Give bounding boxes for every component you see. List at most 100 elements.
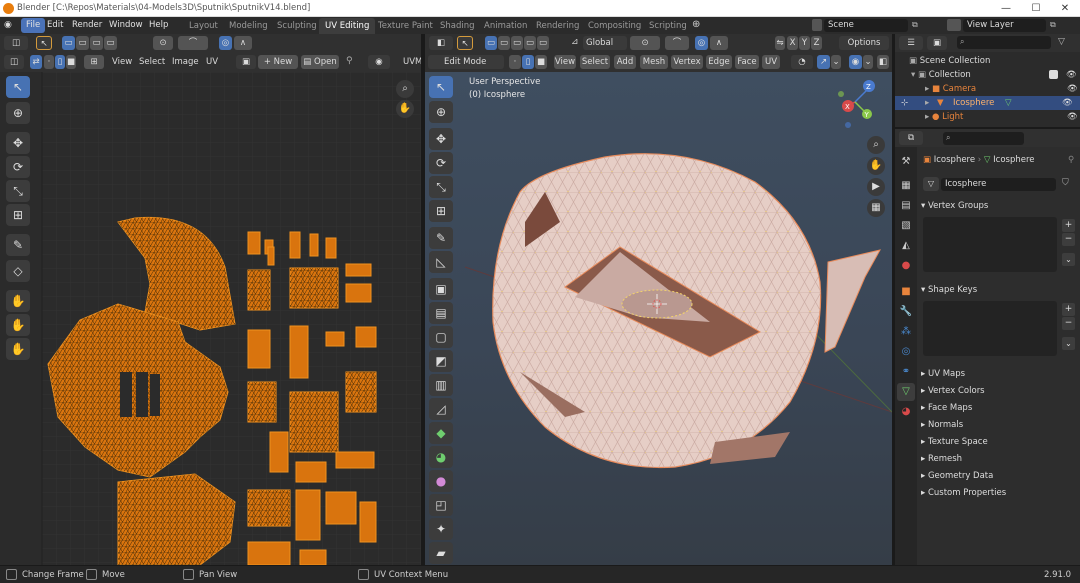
vp-menu-select[interactable]: Select (580, 55, 610, 69)
pivot-icon[interactable]: ⊙ (153, 36, 173, 50)
blender-menu-icon[interactable]: ◉ (4, 20, 18, 31)
tab-texture-paint[interactable]: Texture Paint (372, 18, 439, 34)
section-uv-maps[interactable]: ▸ UV Maps (921, 366, 965, 383)
open-image-button[interactable]: ▤ Open (301, 55, 339, 69)
tab-layout[interactable]: Layout (183, 18, 224, 34)
uv-menu-view[interactable]: View (112, 55, 132, 69)
tab-scripting[interactable]: Scripting (643, 18, 693, 34)
vp-extrude-tool-icon[interactable]: ▤ (429, 302, 453, 324)
menu-window[interactable]: Window (104, 18, 148, 33)
visibility-eye-icon[interactable]: 👁 (1067, 110, 1078, 124)
section-texture-space[interactable]: ▸ Texture Space (921, 434, 988, 451)
vp-edge-slide-tool-icon[interactable]: ◰ (429, 494, 453, 516)
visibility-eye-icon[interactable]: 👁 (1067, 82, 1078, 96)
overlay-dropdown-icon[interactable]: ⌄ (863, 55, 873, 69)
select-mode-extend-icon[interactable]: ▭ (76, 36, 89, 50)
uv-cursor-tool-icon[interactable]: ⊕ (6, 102, 30, 124)
viewport-select-subtract-icon[interactable]: ▭ (511, 36, 523, 50)
vp-pan-icon[interactable]: ✋ (867, 157, 885, 175)
section-remesh[interactable]: ▸ Remesh (921, 451, 962, 468)
properties-type-icon[interactable]: ⧉ (899, 131, 923, 145)
vp-bevel-tool-icon[interactable]: ◩ (429, 350, 453, 372)
select-mode-invert-icon[interactable]: ▭ (104, 36, 117, 50)
uv-display-icon[interactable]: ◉ (368, 55, 390, 69)
view-layer-field[interactable]: View Layer (963, 19, 1046, 32)
vp-move-tool-icon[interactable]: ✥ (429, 128, 453, 150)
remove-vertex-group-button[interactable]: − (1062, 233, 1075, 246)
uv-map-label[interactable]: UVM (403, 55, 422, 69)
section-normals[interactable]: ▸ Normals (921, 417, 963, 434)
render-tab-icon[interactable]: ▦ (897, 177, 915, 195)
vp-cursor-tool-icon[interactable]: ⊕ (429, 101, 453, 123)
vp-shrink-tool-icon[interactable]: ✦ (429, 518, 453, 540)
vp-rotate-tool-icon[interactable]: ⟳ (429, 152, 453, 174)
image-browse-icon[interactable]: ▣ (236, 55, 256, 69)
uv-editor-canvas[interactable]: ↖ ⊕ ✥ ⟳ ⤡ ⊞ ✎ ◇ ✋ ✋ ✋ ⌕ ✋ (0, 72, 421, 565)
select-tool-icon[interactable]: ↖ (36, 36, 52, 50)
tab-modeling[interactable]: Modeling (223, 18, 274, 34)
viewport-pivot-icon[interactable]: ⊙ (630, 36, 660, 50)
edge-select-mode-icon[interactable]: ▯ (522, 55, 534, 69)
outliner-search-input[interactable] (957, 36, 1051, 49)
vp-perspective-grid-icon[interactable]: ▦ (867, 199, 885, 217)
mesh-browse-icon[interactable]: ▽ (923, 177, 939, 191)
pin-icon[interactable]: ⚲ (346, 56, 353, 66)
vp-menu-add[interactable]: Add (614, 55, 636, 69)
maximize-button[interactable]: ☐ (1021, 0, 1051, 17)
tab-sculpting[interactable]: Sculpting (271, 18, 323, 34)
minimize-button[interactable]: — (991, 0, 1021, 17)
editor-type-icon[interactable]: ◫ (4, 36, 28, 50)
new-image-button[interactable]: + New (258, 55, 298, 69)
vp-scale-tool-icon[interactable]: ⤡ (429, 176, 453, 198)
uv-grab-tool-icon[interactable]: ✋ (6, 290, 30, 312)
tool-tab-icon[interactable]: ⚒ (897, 153, 915, 171)
outliner-row-icosphere[interactable]: ⊹ ▸ ▼ Icosphere ▽ 👁 (895, 96, 1080, 110)
section-custom-properties[interactable]: ▸ Custom Properties (921, 485, 1006, 502)
outliner-row-camera[interactable]: ▸ ■ Camera 👁 (925, 82, 1078, 96)
select-mode-subtract-icon[interactable]: ▭ (90, 36, 103, 50)
vp-spin-tool-icon[interactable]: ◕ (429, 446, 453, 468)
vp-knife-tool-icon[interactable]: ◿ (429, 398, 453, 420)
face-select-mode-icon[interactable]: ■ (535, 55, 547, 69)
uv-menu-uv[interactable]: UV (206, 55, 218, 69)
vertex-select-mode-icon[interactable]: · (509, 55, 521, 69)
uv-relax-tool-icon[interactable]: ✋ (6, 314, 30, 336)
mirror-z-button[interactable]: Z (811, 36, 822, 50)
mesh-data-tab-icon[interactable]: ▽ (897, 383, 915, 401)
remove-shape-key-button[interactable]: − (1062, 317, 1075, 330)
uv-rotate-tool-icon[interactable]: ⟳ (6, 156, 30, 178)
vp-smooth-tool-icon[interactable]: ● (429, 470, 453, 492)
uv-scale-tool-icon[interactable]: ⤡ (6, 180, 30, 202)
vp-camera-icon[interactable]: ▶ (867, 178, 885, 196)
section-geometry-data[interactable]: ▸ Geometry Data (921, 468, 993, 485)
viewport-select-new-icon[interactable]: ▭ (485, 36, 497, 50)
uv-pinch-tool-icon[interactable]: ✋ (6, 338, 30, 360)
uv-sticky-icon[interactable]: ⊞ (84, 55, 104, 69)
pin-icon[interactable]: ⚲ (1068, 153, 1074, 167)
options-dropdown[interactable]: Options (839, 36, 889, 50)
uv-zoom-icon[interactable]: ⌕ (396, 80, 414, 98)
properties-search-input[interactable] (943, 132, 1024, 145)
outliner-row-collection[interactable]: ▾ ▣ Collection 👁 (911, 68, 1078, 82)
uv-move-tool-icon[interactable]: ✥ (6, 132, 30, 154)
physics-tab-icon[interactable]: ◎ (897, 343, 915, 361)
material-tab-icon[interactable]: ◕ (897, 403, 915, 421)
uv-edge-mode-icon[interactable]: ▯ (55, 55, 65, 69)
mirror-y-button[interactable]: Y (799, 36, 810, 50)
scene-tab-icon[interactable]: ◭ (897, 237, 915, 255)
orientation-dropdown[interactable]: Global (583, 36, 627, 50)
vp-menu-edge[interactable]: Edge (706, 55, 732, 69)
proportional-falloff-icon[interactable]: ∧ (234, 36, 252, 50)
display-mode-icon[interactable]: ▣ (927, 36, 947, 50)
mesh-name-input[interactable]: Icosphere (941, 178, 1056, 191)
output-tab-icon[interactable]: ▤ (897, 197, 915, 215)
section-face-maps[interactable]: ▸ Face Maps (921, 400, 972, 417)
vertex-groups-list[interactable] (923, 217, 1057, 272)
tab-animation[interactable]: Animation (478, 18, 533, 34)
viewport-snap-icon[interactable]: ⌒ (665, 36, 689, 50)
scene-copy-icon[interactable]: ⧉ (912, 20, 918, 30)
vp-loopcut-tool-icon[interactable]: ▥ (429, 374, 453, 396)
vp-select-tool-icon[interactable]: ↖ (429, 76, 453, 98)
navigation-gizmo[interactable]: Z X Y (838, 80, 875, 128)
vertex-group-menu-icon[interactable]: ⌄ (1062, 253, 1075, 266)
